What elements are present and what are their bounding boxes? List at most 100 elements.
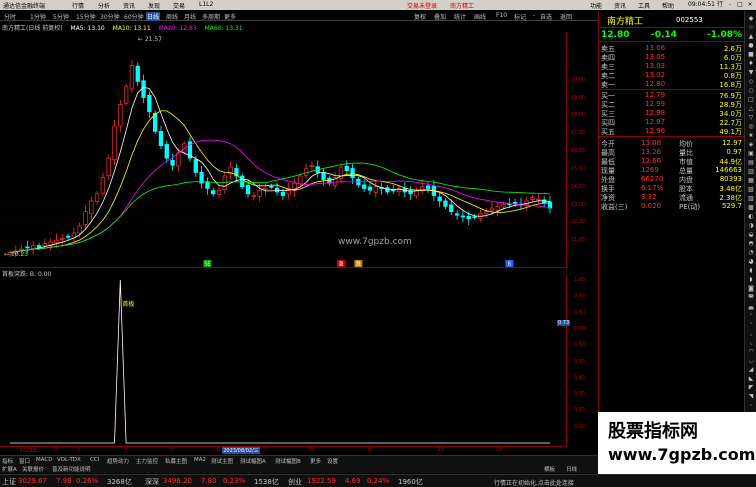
minimize-button[interactable]: - [726, 1, 734, 8]
tool-strip-icon[interactable]: ◛ [747, 303, 755, 311]
tool-zixuan[interactable]: 自选 [540, 12, 552, 21]
tab-hengban[interactable]: 横板 [544, 465, 555, 473]
stock-name-link[interactable]: 南方精工 [450, 1, 474, 10]
tool-fuquan[interactable]: 复权 [414, 12, 426, 21]
tab-extend-a[interactable]: 扩展A [2, 465, 17, 473]
tool-strip-icon[interactable]: ◖ [747, 267, 755, 275]
tab-15min[interactable]: 15分钟 [76, 12, 96, 21]
trade-login-link[interactable]: 交易未登录 [407, 1, 437, 10]
tool-strip-icon[interactable]: ◞ [747, 330, 755, 338]
sub-indicator-chart[interactable]: 首板 [0, 276, 566, 445]
tool-strip-icon[interactable]: ◣ [747, 375, 755, 383]
tool-huaxian[interactable]: 画线 [474, 12, 486, 21]
bid-row[interactable]: 买三 12.98 34.0万 [599, 109, 745, 118]
tool-strip-icon[interactable]: ▼ [747, 69, 755, 77]
ask-row[interactable]: 卖四 13.05 6.0万 [599, 53, 745, 62]
tab-rixian[interactable]: 日线 [566, 465, 577, 473]
menu-faxian[interactable]: 发现 [148, 1, 160, 10]
tab-60min[interactable]: 60分钟 [124, 12, 144, 21]
tab-5min[interactable]: 5分钟 [53, 12, 69, 21]
menu-zixun[interactable]: 资讯 [123, 1, 135, 10]
tool-strip-icon[interactable]: ◝ [747, 321, 755, 329]
tab-1min[interactable]: 1分钟 [30, 12, 46, 21]
tab-related-quote[interactable]: 关联报价 [22, 465, 44, 473]
tool-strip-icon[interactable]: ▥ [747, 168, 755, 176]
tool-strip-icon[interactable]: ▩ [747, 204, 755, 212]
tool-strip-icon[interactable]: ◆ [747, 15, 755, 23]
tab-30min[interactable]: 30分钟 [100, 12, 120, 21]
indicator-tab[interactable]: MACD [36, 457, 53, 463]
bid-row[interactable]: 买一 12.79 76.9万 [599, 91, 745, 100]
tool-strip-icon[interactable]: ◐ [747, 213, 755, 221]
tool-strip-icon[interactable]: ◔ [747, 249, 755, 257]
tool-biaoji[interactable]: 标记 [514, 12, 526, 21]
tool-diejia[interactable]: 叠加 [434, 12, 446, 21]
ask-row[interactable]: 卖二 13.02 0.8万 [599, 71, 745, 80]
tool-strip-icon[interactable]: ▣ [747, 150, 755, 158]
menu-gongju[interactable]: 工具 [638, 1, 650, 10]
ask-row[interactable]: 卖五 13.06 2.6万 [599, 44, 745, 53]
menu-gongneng[interactable]: 功能 [590, 1, 602, 10]
tool-strip-icon[interactable]: ◑ [747, 222, 755, 230]
menu-hangqing[interactable]: 行情 [72, 1, 84, 10]
sh-label[interactable]: 上证 [2, 477, 16, 487]
close-button[interactable]: × [746, 1, 754, 8]
tab-multi-period[interactable]: 多周期 [202, 12, 220, 21]
tool-strip-icon[interactable]: ◇ [747, 78, 755, 86]
tool-strip-icon[interactable]: ● [747, 42, 755, 50]
tool-strip-icon[interactable]: ◦ [747, 402, 755, 410]
tool-strip-icon[interactable]: ◜ [747, 312, 755, 320]
tab-monthly[interactable]: 月线 [184, 12, 196, 21]
tool-strip-icon[interactable]: ◠ [747, 348, 755, 356]
tool-strip-icon[interactable]: ★ [747, 132, 755, 140]
tool-strip-icon[interactable]: ◙ [747, 285, 755, 293]
tool-strip-icon[interactable]: ▤ [747, 159, 755, 167]
tool-strip-icon[interactable]: ◈ [747, 141, 755, 149]
tool-strip-icon[interactable]: ◢ [747, 366, 755, 374]
tab-feature-intro[interactable]: 普及新功能说明 [52, 465, 91, 473]
tool-strip-icon[interactable]: ■ [747, 51, 755, 59]
ask-row[interactable]: 卖一 12.80 16.8万 [599, 80, 745, 89]
menu-fenxi[interactable]: 分析 [98, 1, 110, 10]
bid-row[interactable]: 买五 12.96 49.1万 [599, 127, 745, 136]
tool-strip-icon[interactable]: ◚ [747, 294, 755, 302]
tool-strip-icon[interactable]: ◗ [747, 276, 755, 284]
tool-strip-icon[interactable]: ◤ [747, 384, 755, 392]
tool-strip-icon[interactable]: □ [747, 96, 755, 104]
tool-strip-icon[interactable]: ◕ [747, 258, 755, 266]
tool-tongji[interactable]: 统计 [454, 12, 466, 21]
menu-zixun-right[interactable]: 资讯 [614, 1, 626, 10]
indicator-tab[interactable]: MA2 [194, 457, 206, 463]
tool-fanhui[interactable]: 返回 [560, 12, 572, 21]
tool-strip-icon[interactable]: ○ [747, 87, 755, 95]
connection-status[interactable]: 行情正在初始化,点击此处连接 [494, 478, 574, 487]
menu-l1l2[interactable]: L1L2 [199, 1, 213, 8]
tool-strip-icon[interactable]: ▽ [747, 114, 755, 122]
maximize-button[interactable]: □ [736, 1, 744, 8]
tool-strip-icon[interactable]: ☆ [747, 24, 755, 32]
menu-bangzhu[interactable]: 帮助 [662, 1, 674, 10]
tool-strip-icon[interactable]: ▨ [747, 195, 755, 203]
tool-strip-icon[interactable]: ◓ [747, 240, 755, 248]
tool-strip-icon[interactable]: ▦ [747, 177, 755, 185]
tool-strip-icon[interactable]: ◥ [747, 393, 755, 401]
tool-strip-icon[interactable]: △ [747, 105, 755, 113]
indicator-tab[interactable]: VOL-TDX [57, 457, 81, 463]
bid-row[interactable]: 买四 12.97 22.7万 [599, 118, 745, 127]
tab-more[interactable]: 更多 [224, 12, 236, 21]
tool-strip-icon[interactable]: ◎ [747, 123, 755, 131]
tool-f10[interactable]: F10 [496, 12, 507, 19]
sz-label[interactable]: 深深 [145, 477, 159, 487]
tab-fenshi[interactable]: 分时 [4, 12, 16, 21]
tool-strip-icon[interactable]: ◟ [747, 339, 755, 347]
tool-strip-icon[interactable]: ◒ [747, 231, 755, 239]
row-button[interactable]: 行 [716, 1, 724, 8]
indicator-tab[interactable]: CCI [90, 457, 99, 463]
tool-dash[interactable]: - [533, 12, 535, 19]
menu-jiaoyi[interactable]: 交易 [173, 1, 185, 10]
cy-label[interactable]: 创业 [288, 477, 302, 487]
tool-strip-icon[interactable]: ♦ [747, 60, 755, 68]
bid-row[interactable]: 买二 12.99 28.9万 [599, 100, 745, 109]
kline-chart[interactable]: ← 21.57 ← 10.23 SE 涨 跌 B [0, 32, 566, 268]
tool-strip-icon[interactable]: ◡ [747, 357, 755, 365]
